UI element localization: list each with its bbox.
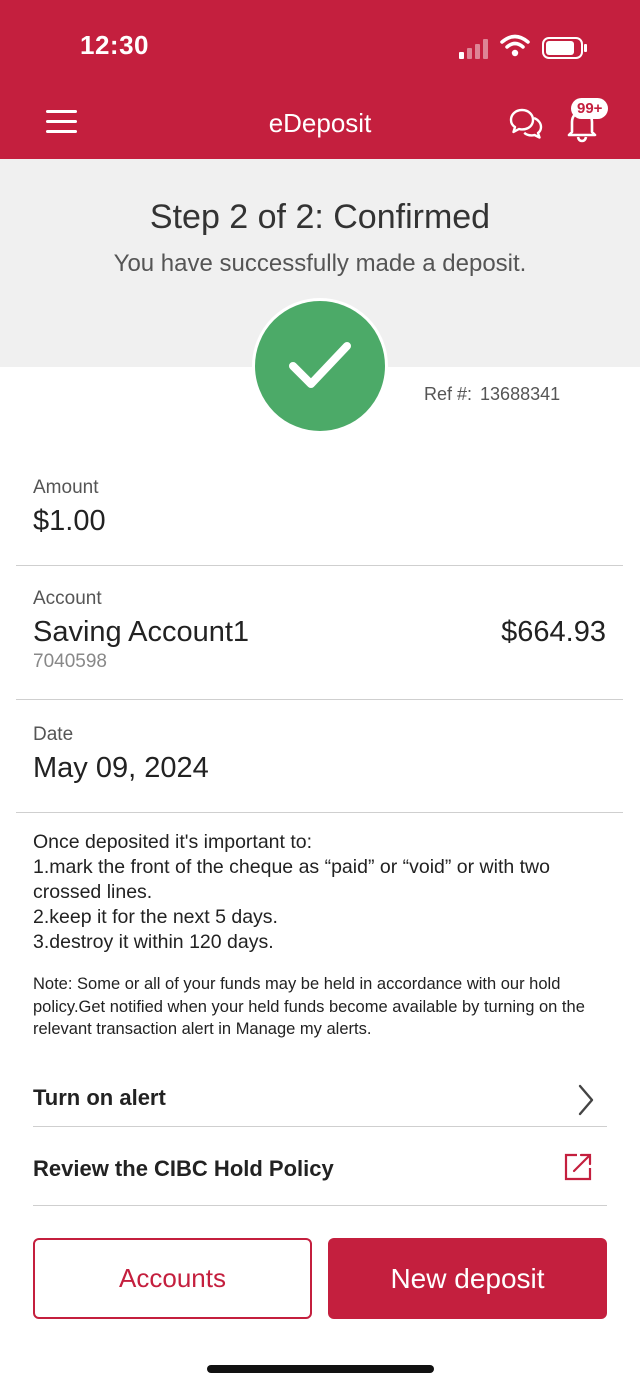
hold-policy-note: Note: Some or all of your funds may be h… (33, 975, 585, 1038)
date-label: Date (33, 724, 74, 745)
hold-policy-label: Review the CIBC Hold Policy (33, 1156, 334, 1181)
account-section: Account Saving Account1 7040598 (33, 588, 249, 673)
account-number: 7040598 (33, 651, 107, 672)
wifi-icon (500, 34, 530, 57)
divider (16, 565, 623, 566)
ref-value: 13688341 (480, 384, 561, 404)
account-balance: $664.93 (501, 616, 606, 648)
external-link-icon (564, 1153, 592, 1181)
hold-policy-link[interactable]: Review the CIBC Hold Policy (33, 1153, 607, 1216)
chat-bubbles-icon[interactable] (508, 106, 544, 142)
battery-icon (542, 37, 587, 59)
home-indicator[interactable] (207, 1365, 434, 1373)
instruction-step-1: 1.mark the front of the cheque as “paid”… (33, 856, 550, 903)
success-badge (252, 298, 388, 434)
status-time: 12:30 (80, 30, 149, 60)
instruction-step-2: 2.keep it for the next 5 days. (33, 906, 278, 928)
turn-on-alert-link[interactable]: Turn on alert (33, 1084, 607, 1145)
reference-number: Ref #: 13688341 (424, 384, 560, 405)
signal-icon (459, 37, 491, 59)
new-deposit-button[interactable]: New deposit (328, 1238, 607, 1319)
page-title: eDeposit (268, 108, 372, 138)
account-name: Saving Account1 (33, 616, 250, 648)
ref-label: Ref #: (424, 384, 473, 404)
instruction-step-3: 3.destroy it within 120 days. (33, 931, 274, 953)
step-title: Step 2 of 2: Confirmed (149, 198, 491, 236)
notification-badge: 99+ (571, 98, 609, 119)
amount-label: Amount (33, 477, 99, 498)
step-subtitle: You have successfully made a deposit. (113, 250, 527, 277)
date-section: Date May 09, 2024 (33, 724, 209, 785)
accounts-button[interactable]: Accounts (33, 1238, 312, 1319)
amount-value: $1.00 (33, 505, 106, 537)
instructions-intro: Once deposited it's important to: (33, 831, 313, 853)
date-value: May 09, 2024 (33, 752, 209, 784)
divider (33, 1205, 607, 1206)
chevron-right-icon (578, 1084, 594, 1116)
turn-on-alert-label: Turn on alert (33, 1085, 166, 1110)
deposit-instructions: Once deposited it's important to: 1.mark… (33, 830, 608, 955)
account-label: Account (33, 588, 102, 609)
divider (33, 1126, 607, 1127)
checkmark-icon (289, 342, 351, 388)
app-header: 12:30 eDeposit 99+ (0, 0, 640, 159)
divider (16, 812, 623, 813)
divider (16, 699, 623, 700)
amount-section: Amount $1.00 (33, 477, 106, 538)
